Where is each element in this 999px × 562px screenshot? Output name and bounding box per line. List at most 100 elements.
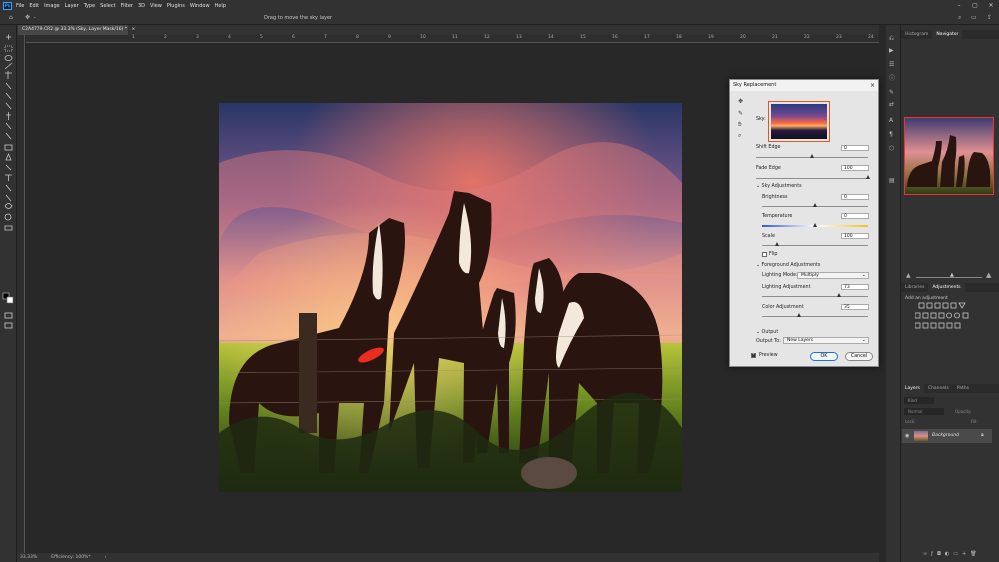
cancel-button[interactable]: Cancel <box>845 352 873 361</box>
character-icon[interactable]: A <box>889 117 893 124</box>
adjustment-icons[interactable] <box>914 302 985 332</box>
chevron-right-icon[interactable]: › <box>105 555 107 560</box>
scale-slider[interactable] <box>775 242 780 246</box>
shift-edge-input[interactable]: 0 <box>841 145 869 151</box>
navigator-zoom-slider[interactable]: ▲ ▲ ▲ <box>904 271 996 281</box>
home-icon[interactable]: ⌂ <box>9 14 13 21</box>
ruler-tick: 6 <box>292 35 295 40</box>
visibility-eye-icon[interactable]: ◉ <box>905 433 909 439</box>
zoom-thumb-icon[interactable]: ▲ <box>950 272 954 278</box>
zoom-out-icon[interactable]: ▲ <box>906 272 911 279</box>
tab-paths[interactable]: Paths <box>953 384 973 393</box>
lighting-adjustment-input[interactable]: 73 <box>841 284 869 290</box>
output-toggle[interactable]: ⌄ Output <box>756 330 778 335</box>
share-icon[interactable]: ⇪ <box>987 14 992 21</box>
hand-tool-icon[interactable]: ✋︎ <box>738 121 741 129</box>
3d-icon[interactable]: ⬡ <box>889 145 894 152</box>
chevron-down-icon[interactable]: ⌄ <box>33 14 36 19</box>
close-icon[interactable]: × <box>870 80 875 91</box>
search-icon[interactable]: ⌕ <box>958 14 961 22</box>
menu-layer[interactable]: Layer <box>65 3 79 9</box>
clone-source-icon[interactable]: ⇄ <box>889 101 894 108</box>
fade-edge-label: Fade Edge <box>756 166 781 171</box>
shift-edge-slider[interactable] <box>809 154 814 158</box>
new-layer-icon[interactable]: + <box>962 551 970 557</box>
blend-mode-select[interactable]: Normal <box>904 408 944 415</box>
sky-preset-selector[interactable] <box>768 101 830 142</box>
close-window-icon[interactable]: ✕ <box>983 0 999 11</box>
brightness-input[interactable]: 0 <box>841 194 869 200</box>
menu-select[interactable]: Select <box>100 3 115 9</box>
mask-icon[interactable]: ◘ <box>937 551 945 557</box>
tools-icons[interactable] <box>0 33 17 333</box>
group-icon[interactable]: ▭ <box>953 551 962 557</box>
menu-image[interactable]: Image <box>44 3 60 9</box>
brush-settings-icon[interactable]: ✎ <box>889 89 894 96</box>
link-icon[interactable]: ∞ <box>923 551 931 557</box>
minimize-icon[interactable]: – <box>951 0 967 11</box>
menu-type[interactable]: Type <box>84 3 95 9</box>
properties-icon[interactable]: ☰ <box>889 61 894 68</box>
ruler-tick: 5 <box>260 35 263 40</box>
menu-edit[interactable]: Edit <box>29 3 39 9</box>
fade-edge-input[interactable]: 100 <box>841 165 869 171</box>
trash-icon[interactable]: 🗑︎ <box>970 551 980 557</box>
flip-checkbox[interactable] <box>762 252 767 257</box>
layer-actions[interactable]: ∞ƒ◘◐▭+🗑︎ <box>923 551 997 559</box>
workspace-icon[interactable]: ▭ <box>971 14 977 21</box>
menu-plugins[interactable]: Plugins <box>167 3 185 9</box>
zoom-in-icon[interactable]: ▲ <box>986 271 991 279</box>
zoom-tool-icon[interactable]: ⌕ <box>738 132 741 140</box>
sky-move-tool-icon[interactable]: ✥ <box>738 98 743 105</box>
menu-view[interactable]: View <box>150 3 162 9</box>
fade-edge-slider[interactable] <box>865 175 870 179</box>
menu-help[interactable]: Help <box>215 3 226 9</box>
ok-button[interactable]: OK <box>810 352 838 361</box>
lighting-mode-select[interactable]: Multiply <box>797 272 869 279</box>
layer-name[interactable]: Background <box>932 433 959 438</box>
close-tab-icon[interactable]: × <box>131 27 135 32</box>
temperature-input[interactable]: 0 <box>841 213 869 219</box>
sky-brush-icon[interactable]: ✎ <box>738 110 743 117</box>
tab-histogram[interactable]: Histogram <box>901 30 932 39</box>
preview-checkbox[interactable] <box>751 352 756 358</box>
menu-filter[interactable]: Filter <box>121 3 133 9</box>
sky-adjustments-toggle[interactable]: ⌄ Sky Adjustments <box>756 184 802 189</box>
navigator-thumbnail[interactable] <box>904 117 994 195</box>
lock-icon[interactable]: 🔒︎ <box>981 432 984 438</box>
tab-channels[interactable]: Channels <box>924 384 953 393</box>
lighting-adjustment-track[interactable] <box>762 296 868 297</box>
scale-input[interactable]: 100 <box>841 233 869 239</box>
document-image[interactable] <box>219 103 682 492</box>
menu-file[interactable]: File <box>16 3 24 9</box>
layer-row-background[interactable]: ◉ Background 🔒︎ <box>902 429 992 443</box>
output-to-select[interactable]: New Layers <box>783 337 869 344</box>
lighting-adjustment-slider[interactable] <box>836 293 841 297</box>
color-adjustment-slider[interactable] <box>796 313 801 317</box>
info-icon[interactable]: ⓘ <box>889 73 895 82</box>
history-icon[interactable]: ⎌ <box>889 35 894 43</box>
zoom-level[interactable]: 33.33% <box>20 555 37 560</box>
temperature-slider[interactable] <box>812 223 817 227</box>
tab-navigator[interactable]: Navigator <box>932 30 963 39</box>
sky-dropdown-icon[interactable]: ⌄ <box>823 116 827 122</box>
foreground-adjustments-toggle[interactable]: ⌄ Foreground Adjustments <box>756 263 820 268</box>
ruler-tick: 17 <box>644 35 650 40</box>
menu-3d[interactable]: 3D <box>138 3 145 9</box>
maximize-icon[interactable]: ▢ <box>967 0 983 11</box>
brightness-slider[interactable] <box>812 203 817 207</box>
tab-layers[interactable]: Layers <box>901 384 924 393</box>
paragraph-icon[interactable]: ¶ <box>889 131 893 138</box>
color-adjustment-input[interactable]: 35 <box>841 304 869 310</box>
document-tab[interactable]: C2A4779.CR2 @ 33.3% (Sky, Layer Mask/16)… <box>18 25 135 35</box>
fade-edge-track[interactable] <box>756 178 868 179</box>
tab-libraries[interactable]: Libraries <box>901 283 928 292</box>
swatches-icon[interactable]: ▤ <box>889 177 895 184</box>
color-adjustment-track[interactable] <box>762 316 868 317</box>
play-icon[interactable]: ▶ <box>889 47 894 54</box>
layer-filter-kind[interactable]: Kind <box>904 397 934 404</box>
foreground-adjustments-label: Foreground Adjustments <box>761 263 821 268</box>
menu-window[interactable]: Window <box>190 3 210 9</box>
move-tool-icon[interactable]: ✥ <box>25 14 30 21</box>
tab-adjustments[interactable]: Adjustments <box>928 283 965 292</box>
